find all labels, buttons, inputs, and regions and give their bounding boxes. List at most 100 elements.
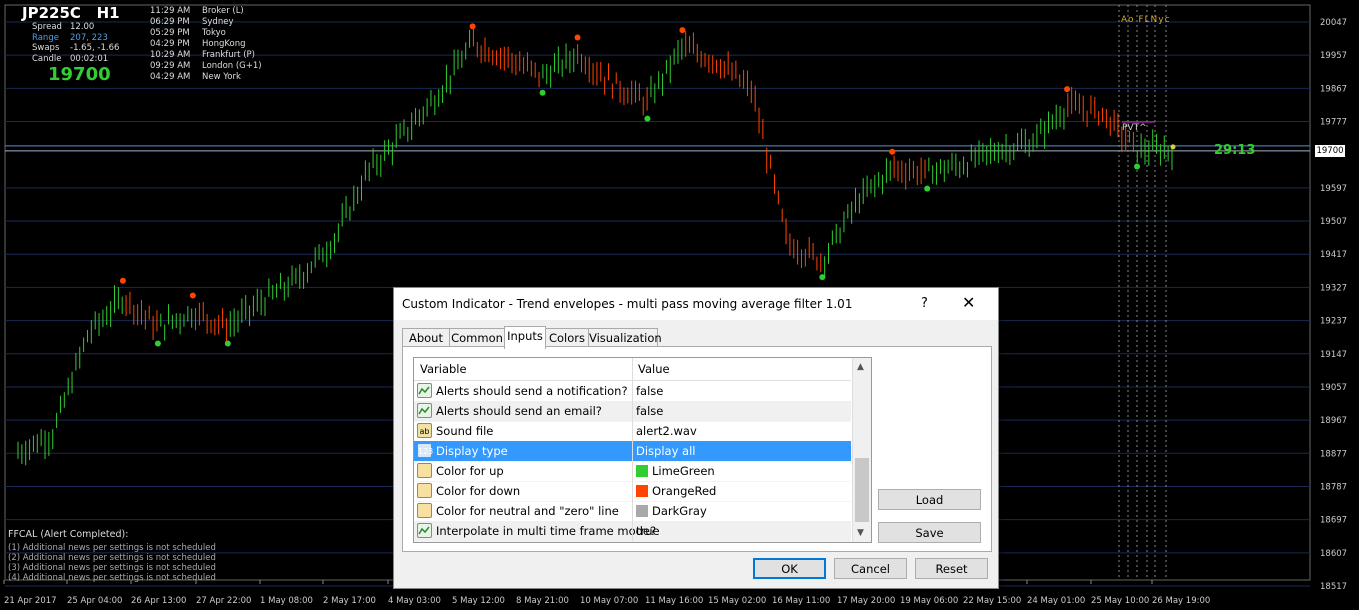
y-tick-label: 19777	[1320, 118, 1347, 128]
param-value[interactable]: alert2.wav	[636, 424, 697, 438]
stat-row: Candle 00:02:01	[32, 54, 108, 64]
param-name: Alerts should send a notification?	[436, 384, 628, 398]
save-button[interactable]: Save	[878, 522, 981, 543]
grid-scrollbar[interactable]: ▲ ▼	[852, 358, 871, 542]
param-value[interactable]: true	[636, 524, 660, 538]
param-value[interactable]: DarkGray	[636, 504, 707, 518]
swing-high-dot	[189, 292, 196, 299]
param-row[interactable]: Alerts should send a notification? false	[414, 381, 851, 402]
x-tick-label: 17 May 20:00	[837, 596, 895, 606]
bool-type-icon	[417, 403, 432, 418]
param-value[interactable]: Display all	[636, 444, 695, 458]
y-tick-label: 18697	[1320, 516, 1347, 526]
grid-header: Variable Value	[414, 358, 851, 381]
session-markers-label: Ao FLNyc	[1121, 15, 1171, 25]
x-tick-label: 2 May 17:00	[323, 596, 376, 606]
stat-key: Candle	[32, 53, 62, 64]
session-time: 05:29 PM	[150, 28, 190, 38]
param-row[interactable]: ab Sound file alert2.wav	[414, 421, 851, 442]
swing-low-dot	[154, 340, 161, 347]
stat-key: Range	[32, 32, 59, 43]
stat-value: 207, 223	[70, 32, 108, 43]
dialog-title: Custom Indicator - Trend envelopes - mul…	[402, 297, 853, 311]
y-tick-label: 19957	[1320, 51, 1347, 61]
param-value[interactable]: false	[636, 384, 663, 398]
param-row[interactable]: Color for down OrangeRed	[414, 481, 851, 502]
inputs-grid: Variable Value Alerts should send a noti…	[413, 357, 872, 543]
param-row[interactable]: Color for up LimeGreen	[414, 461, 851, 482]
session-row: 09:29 AM London (G+1)	[150, 61, 262, 71]
dialog-titlebar[interactable]: Custom Indicator - Trend envelopes - mul…	[394, 288, 998, 320]
param-value[interactable]: LimeGreen	[636, 464, 715, 478]
param-name: Display type	[436, 444, 508, 458]
tab-common[interactable]: Common	[449, 328, 505, 347]
news-line: (3) Additional news per settings is not …	[8, 563, 216, 573]
y-tick-label: 19237	[1320, 317, 1347, 327]
cancel-button[interactable]: Cancel	[834, 558, 907, 579]
swing-high-dot	[119, 277, 126, 284]
x-tick-label: 26 Apr 13:00	[131, 596, 186, 606]
param-name: Color for neutral and "zero" line	[436, 504, 619, 518]
x-tick-label: 10 May 07:00	[580, 596, 638, 606]
scroll-thumb[interactable]	[855, 458, 869, 522]
news-title: FFCAL (Alert Completed):	[8, 529, 129, 540]
param-row[interactable]: Alerts should send an email? false	[414, 401, 851, 422]
x-tick-label: 4 May 03:00	[388, 596, 441, 606]
param-row[interactable]: 123 Display type Display all	[414, 441, 851, 462]
swing-low-dot	[1134, 163, 1141, 170]
bool-type-icon	[417, 383, 432, 398]
param-name: Interpolate in multi time frame mode?	[436, 524, 657, 538]
x-tick-label: 19 May 06:00	[900, 596, 958, 606]
stat-key: Spread	[32, 22, 62, 32]
color-swatch	[636, 485, 648, 497]
column-variable[interactable]: Variable	[420, 362, 467, 376]
param-row[interactable]: Color for neutral and "zero" line DarkGra…	[414, 501, 851, 522]
session-name: London (G+1)	[202, 61, 262, 71]
swing-high-dot	[889, 148, 896, 155]
ok-button[interactable]: OK	[753, 558, 826, 579]
session-time: 04:29 AM	[150, 72, 191, 82]
session-time: 11:29 AM	[150, 6, 191, 16]
x-tick-label: 25 Apr 04:00	[67, 596, 122, 606]
swing-low-dot	[819, 274, 826, 281]
stat-value: 00:02:01	[70, 53, 109, 64]
session-name: New York	[202, 72, 241, 82]
param-value[interactable]: false	[636, 404, 663, 418]
x-tick-label: 24 May 01:00	[1027, 596, 1085, 606]
param-row[interactable]: Interpolate in multi time frame mode? tru…	[414, 521, 851, 542]
y-tick-label: 19417	[1320, 250, 1347, 260]
color-swatch	[636, 465, 648, 477]
tab-about[interactable]: About	[402, 328, 450, 347]
param-value[interactable]: OrangeRed	[636, 484, 716, 498]
pivot-label: PVT^	[1122, 123, 1147, 133]
current-price-box: 19700	[1315, 145, 1345, 157]
chart-symbol: JP225C H1	[22, 4, 120, 22]
y-tick-label: 18607	[1320, 549, 1347, 559]
x-tick-label: 25 May 10:00	[1091, 596, 1149, 606]
column-value[interactable]: Value	[638, 362, 670, 376]
load-button[interactable]: Load	[878, 489, 981, 510]
scroll-up-icon[interactable]: ▲	[857, 362, 864, 372]
color-type-icon	[417, 463, 432, 478]
x-tick-label: 5 May 12:00	[452, 596, 505, 606]
x-tick-label: 21 Apr 2017	[4, 596, 57, 606]
y-tick-label: 19597	[1320, 184, 1347, 194]
color-swatch	[636, 505, 648, 517]
scroll-down-icon[interactable]: ▼	[857, 528, 864, 538]
close-icon[interactable]: ✕	[962, 293, 975, 312]
swing-high-dot	[1064, 86, 1071, 93]
swing-high-dot	[679, 27, 686, 34]
y-tick-label: 19867	[1320, 84, 1347, 94]
reset-button[interactable]: Reset	[915, 558, 988, 579]
inputs-panel: Variable Value Alerts should send a noti…	[402, 346, 992, 552]
color-type-icon	[417, 503, 432, 518]
tab-inputs[interactable]: Inputs	[504, 326, 546, 349]
session-time: 04:29 PM	[150, 39, 190, 49]
param-name: Color for down	[436, 484, 521, 498]
x-tick-label: 15 May 02:00	[708, 596, 766, 606]
tab-colors[interactable]: Colors	[545, 328, 589, 347]
help-button[interactable]: ?	[921, 296, 928, 311]
x-tick-label: 22 May 15:00	[963, 596, 1021, 606]
param-name: Color for up	[436, 464, 504, 478]
tab-visualization[interactable]: Visualization	[588, 328, 662, 347]
